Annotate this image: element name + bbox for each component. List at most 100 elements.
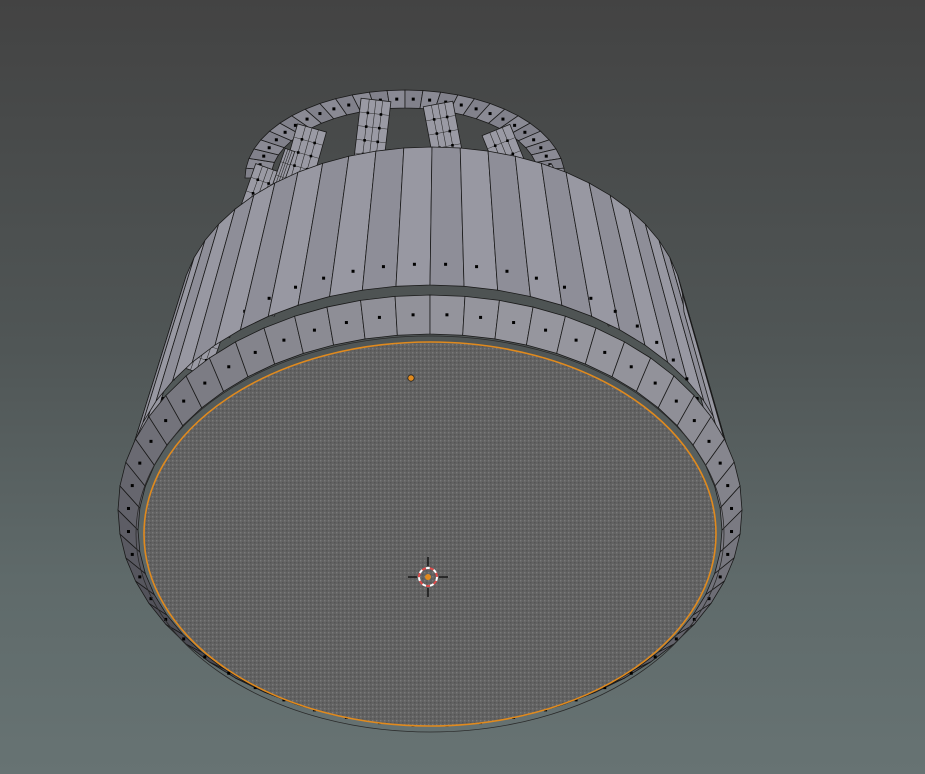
vertex-dot xyxy=(448,129,452,133)
vertex-dot xyxy=(377,315,381,319)
selected-face-fill xyxy=(143,341,717,727)
vertex-dot xyxy=(378,126,381,130)
scene-canvas[interactable] xyxy=(0,0,925,774)
vertex-dot xyxy=(718,575,722,579)
vertex-dot xyxy=(613,309,617,313)
vertex-dot xyxy=(707,439,711,443)
vertex-dot xyxy=(274,138,278,142)
vertex-dot xyxy=(309,154,313,158)
vertex-dot xyxy=(283,130,287,134)
vertex-dot xyxy=(381,265,385,269)
vertex-dot xyxy=(366,111,370,115)
vertex-dot xyxy=(589,296,593,300)
vertex-dot xyxy=(379,113,383,116)
vertex-dot xyxy=(312,328,316,332)
vertex-dot xyxy=(692,419,696,423)
vertex-dot xyxy=(562,285,566,289)
vertex-dot xyxy=(523,130,527,134)
vertex-dot xyxy=(164,419,168,423)
vertex-dot xyxy=(653,381,657,385)
vertex-dot xyxy=(267,182,270,185)
vertex-dot xyxy=(332,107,336,111)
vertex-dot xyxy=(253,350,257,354)
vertex-dot xyxy=(149,439,153,443)
vertex-dot xyxy=(505,269,509,273)
vertex-dot xyxy=(488,112,492,116)
vertex-dot xyxy=(313,141,316,145)
vertex-dot xyxy=(130,484,134,488)
vertex-dot xyxy=(655,340,659,344)
vertex-dot xyxy=(203,381,207,385)
vertex-dot xyxy=(730,530,734,534)
vertex-dot xyxy=(267,146,271,150)
vertex-dot xyxy=(512,321,516,325)
vertex-dot xyxy=(539,146,543,150)
vertex-dot xyxy=(130,552,134,556)
vertex-dot xyxy=(475,265,479,269)
vertex-dot xyxy=(300,138,304,141)
object-origin-icon[interactable] xyxy=(407,374,415,382)
vertex-dot xyxy=(445,115,449,119)
vertex-dot xyxy=(534,276,538,280)
vertex-dot xyxy=(511,152,515,156)
vertex-dot xyxy=(411,97,415,101)
vertex-dot xyxy=(293,123,297,127)
vertex-dot xyxy=(251,191,255,195)
vertex-dot xyxy=(296,151,300,154)
vertex-dot xyxy=(182,637,186,641)
vertex-dot xyxy=(256,178,260,181)
3d-viewport[interactable] xyxy=(0,0,925,774)
bottom-cap-face[interactable] xyxy=(135,335,725,733)
vertex-dot xyxy=(262,154,266,158)
vertex-dot xyxy=(653,655,657,659)
vertex-dot xyxy=(138,575,142,579)
vertex-dot xyxy=(182,399,186,403)
origin-dot xyxy=(407,374,415,382)
vertex-dot xyxy=(603,350,607,354)
vertex-dot xyxy=(730,506,734,510)
vertex-dot xyxy=(411,313,415,317)
vertex-dot xyxy=(227,365,231,369)
vertex-dot xyxy=(501,117,505,121)
vertex-dot xyxy=(493,144,497,147)
vertex-dot xyxy=(203,655,207,659)
vertex-dot xyxy=(227,671,231,675)
vertex-dot xyxy=(544,328,548,332)
vertex-dot xyxy=(544,154,548,158)
vertex-dot xyxy=(479,315,483,319)
vertex-dot xyxy=(451,143,454,147)
vertex-dot xyxy=(282,338,286,342)
vertex-dot xyxy=(513,123,517,127)
vertex-dot xyxy=(267,296,271,300)
vertex-dot xyxy=(726,552,730,556)
vertex-dot xyxy=(726,484,730,488)
vertex-dot xyxy=(376,140,380,144)
vertex-dot xyxy=(635,324,639,328)
vertex-dot xyxy=(305,117,309,121)
vertex-dot xyxy=(474,107,478,111)
vertex-dot xyxy=(671,358,675,362)
vertex-dot xyxy=(294,285,298,289)
vertex-dot xyxy=(435,132,439,135)
vertex-dot xyxy=(674,399,678,403)
vertex-dot xyxy=(629,365,633,369)
vertex-dot xyxy=(347,103,351,107)
vertex-dot xyxy=(293,164,296,167)
vertex-dot xyxy=(506,139,509,142)
vertex-dot xyxy=(459,103,463,107)
vertex-dot xyxy=(138,461,142,465)
vertex-dot xyxy=(412,262,416,266)
vertex-dot xyxy=(532,138,536,142)
vertex-dot xyxy=(126,506,130,510)
vertex-dot xyxy=(574,338,578,342)
vertex-dot xyxy=(674,637,678,641)
vertex-dot xyxy=(351,269,355,273)
vertex-dot xyxy=(444,262,448,266)
vertex-dot xyxy=(445,313,449,317)
vertex-dot xyxy=(344,321,348,325)
cursor-center xyxy=(425,574,431,580)
vertex-dot xyxy=(363,139,366,142)
vertex-dot xyxy=(629,671,633,675)
vertex-dot xyxy=(685,377,689,381)
vertex-dot xyxy=(428,98,432,102)
